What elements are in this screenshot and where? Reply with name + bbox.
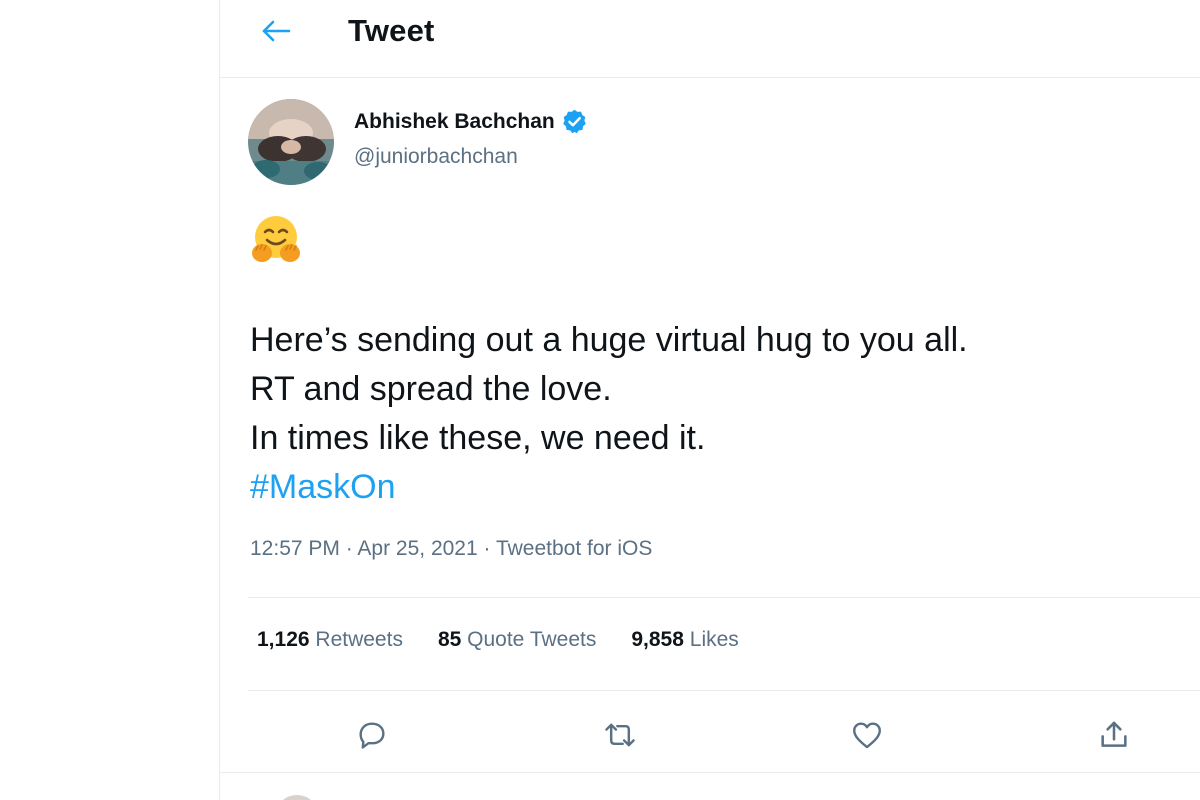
reply-button[interactable] — [347, 710, 397, 760]
verified-badge-icon — [562, 109, 586, 134]
tweet-time[interactable]: 12:57 PM — [250, 537, 340, 560]
page-title: Tweet — [348, 13, 435, 48]
tweet-meta: 12:57 PM · Apr 25, 2021 · Tweetbot for i… — [250, 537, 652, 561]
tweet-stats: 1,126 Retweets 85 Quote Tweets 9,858 Lik… — [257, 628, 739, 664]
retweet-button[interactable] — [595, 710, 645, 760]
tweet-column: Tweet Abhishek Bachchan @juniorbachchan — [219, 0, 1200, 800]
tweet-actions — [220, 700, 1200, 768]
author-name-row[interactable]: Abhishek Bachchan — [354, 108, 588, 135]
hugging-face-emoji — [250, 213, 302, 265]
author-handle[interactable]: @juniorbachchan — [354, 145, 518, 169]
meta-separator: · — [477, 537, 496, 560]
quote-tweets-stat[interactable]: 85 Quote Tweets — [438, 628, 596, 664]
author-name: Abhishek Bachchan — [354, 109, 555, 133]
tweet-text-line: Here’s sending out a huge virtual hug to… — [250, 321, 968, 359]
meta-separator: · — [339, 537, 358, 560]
quote-tweets-label: Quote Tweets — [467, 628, 597, 651]
tweet-date[interactable]: Apr 25, 2021 — [357, 537, 477, 560]
divider — [248, 690, 1200, 691]
hashtag-link[interactable]: #MaskOn — [250, 463, 1190, 512]
reply-icon — [359, 722, 385, 749]
retweets-stat[interactable]: 1,126 Retweets — [257, 628, 403, 664]
retweets-label: Retweets — [315, 628, 403, 651]
retweets-count: 1,126 — [257, 628, 310, 651]
divider — [220, 772, 1200, 773]
heart-icon — [853, 722, 881, 749]
reply-avatar[interactable] — [275, 795, 319, 800]
back-button[interactable] — [254, 11, 298, 51]
share-icon — [1101, 721, 1127, 747]
share-button[interactable] — [1089, 710, 1139, 760]
likes-label: Likes — [689, 628, 739, 651]
retweet-icon — [605, 723, 635, 747]
left-pane — [0, 0, 219, 800]
tweet-text-line: RT and spread the love. — [250, 370, 612, 408]
arrow-left-icon — [262, 20, 291, 42]
likes-count: 9,858 — [631, 628, 684, 651]
tweet-text-line: In times like these, we need it. — [250, 419, 706, 457]
header: Tweet — [220, 0, 1200, 78]
likes-stat[interactable]: 9,858 Likes — [631, 628, 738, 664]
tweet-text: Here’s sending out a huge virtual hug to… — [250, 316, 1190, 512]
divider — [248, 597, 1200, 598]
tweet-source[interactable]: Tweetbot for iOS — [496, 537, 652, 560]
avatar[interactable] — [248, 99, 334, 185]
quote-tweets-count: 85 — [437, 628, 462, 651]
like-button[interactable] — [842, 710, 892, 760]
